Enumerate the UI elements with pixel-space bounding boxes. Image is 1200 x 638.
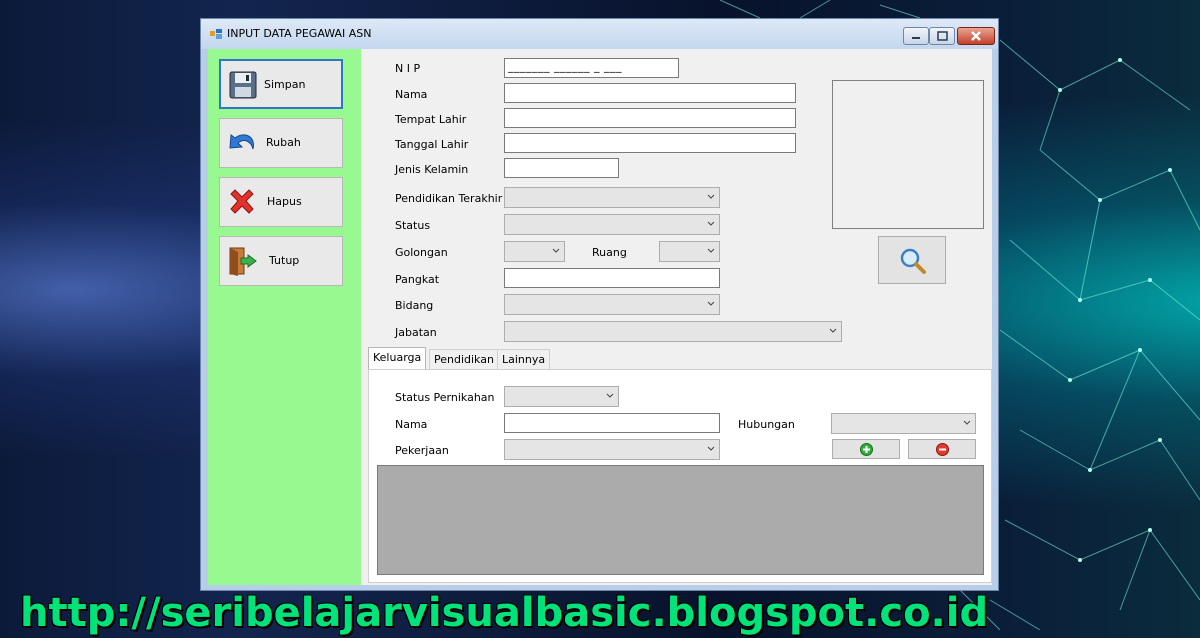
status-select[interactable] (504, 214, 720, 235)
action-sidebar: Simpan Rubah Hapus Tutup (208, 49, 361, 585)
tanggal-lahir-input[interactable] (504, 133, 796, 153)
chevron-down-icon (606, 393, 614, 398)
tanggal-lahir-label: Tanggal Lahir (395, 138, 469, 151)
family-data-grid[interactable] (377, 465, 984, 575)
chevron-down-icon (707, 301, 715, 306)
undo-arrow-icon (229, 134, 254, 150)
delete-button[interactable]: Hapus (219, 177, 343, 227)
status-pernikahan-select[interactable] (504, 386, 619, 407)
tab-lainnya[interactable]: Lainnya (497, 349, 551, 369)
maximize-icon (937, 31, 948, 41)
chevron-down-icon (963, 420, 971, 425)
pendidikan-terakhir-label: Pendidikan Terakhir (395, 192, 503, 205)
minimize-icon (912, 37, 920, 39)
chevron-down-icon (829, 328, 837, 333)
blog-url-watermark: http://seribelajarvisualbasic.blogspot.c… (20, 590, 989, 636)
red-x-icon (230, 189, 254, 214)
window-title: INPUT DATA PEGAWAI ASN (227, 27, 372, 40)
minimize-button[interactable] (903, 27, 929, 45)
nama-label: Nama (395, 88, 428, 101)
jabatan-label: Jabatan (395, 326, 437, 339)
tempat-lahir-input[interactable] (504, 108, 796, 128)
close-form-button[interactable]: Tutup (219, 236, 343, 286)
status-label: Status (395, 219, 431, 232)
window-client-area: Simpan Rubah Hapus Tutup N I P _______ _… (208, 49, 992, 585)
golongan-label: Golongan (395, 246, 448, 259)
delete-button-label: Hapus (267, 195, 302, 208)
red-minus-icon (936, 443, 949, 456)
pangkat-label: Pangkat (395, 273, 440, 286)
edit-button[interactable]: Rubah (219, 118, 343, 168)
nip-input[interactable]: _______ ______ _ ___ (504, 58, 679, 78)
ruang-label: Ruang (592, 246, 627, 259)
green-plus-icon (860, 443, 873, 456)
floppy-disk-icon (229, 71, 257, 99)
pekerjaan-label: Pekerjaan (395, 444, 449, 457)
pendidikan-terakhir-select[interactable] (504, 187, 720, 208)
tab-pendidikan[interactable]: Pendidikan (429, 349, 499, 369)
bidang-select[interactable] (504, 294, 720, 315)
chevron-down-icon (707, 446, 715, 451)
bidang-label: Bidang (395, 299, 434, 312)
status-pernikahan-label: Status Pernikahan (395, 391, 495, 404)
magnifier-icon (900, 248, 926, 274)
title-bar[interactable]: INPUT DATA PEGAWAI ASN (201, 19, 998, 49)
keluarga-nama-label: Nama (395, 418, 428, 431)
jabatan-select[interactable] (504, 321, 842, 342)
golongan-select[interactable] (504, 241, 565, 262)
chevron-down-icon (707, 221, 715, 226)
browse-photo-button[interactable] (878, 236, 946, 284)
save-button[interactable]: Simpan (219, 59, 343, 109)
add-family-button[interactable] (832, 439, 900, 459)
nip-mask: _______ ______ _ ___ (508, 60, 622, 73)
close-form-button-label: Tutup (269, 254, 300, 267)
pangkat-input[interactable] (504, 268, 720, 288)
close-icon (971, 31, 981, 41)
maximize-button[interactable] (929, 27, 955, 45)
chevron-down-icon (552, 248, 560, 253)
photo-box (832, 80, 984, 229)
exit-door-icon (229, 247, 257, 276)
hubungan-select[interactable] (831, 413, 976, 434)
ruang-select[interactable] (659, 241, 720, 262)
nip-label: N I P (395, 62, 421, 75)
chevron-down-icon (707, 194, 715, 199)
nama-input[interactable] (504, 83, 796, 103)
edit-button-label: Rubah (266, 136, 301, 149)
chevron-down-icon (707, 248, 715, 253)
pekerjaan-select[interactable] (504, 439, 720, 460)
hubungan-label: Hubungan (738, 418, 795, 431)
employee-input-window: INPUT DATA PEGAWAI ASN Simpan Rubah Hapu… (200, 18, 999, 591)
jenis-kelamin-input[interactable] (504, 158, 619, 178)
remove-family-button[interactable] (908, 439, 976, 459)
close-button[interactable] (957, 27, 995, 45)
save-button-label: Simpan (264, 78, 306, 91)
keluarga-nama-input[interactable] (504, 413, 720, 433)
jenis-kelamin-label: Jenis Kelamin (395, 163, 469, 176)
tempat-lahir-label: Tempat Lahir (395, 113, 467, 126)
tab-keluarga[interactable]: Keluarga (368, 347, 427, 369)
app-window-icon (210, 29, 222, 39)
